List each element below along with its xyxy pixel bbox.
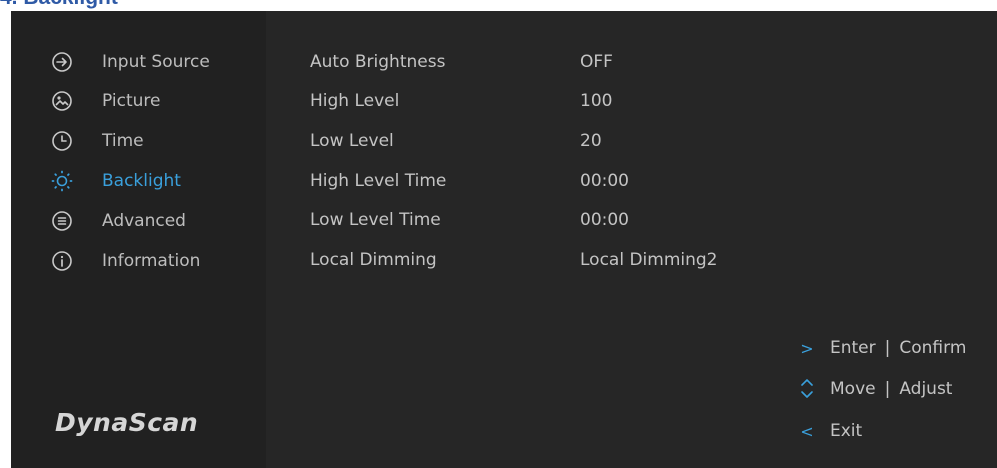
hint-enter-label: Enter [830,338,876,358]
setting-value: OFF [580,52,613,72]
setting-name: Local Dimming [310,250,437,270]
hint-enter-confirm: > Enter | Confirm [796,334,966,362]
setting-value: Local Dimming2 [580,250,718,270]
setting-row-auto-brightness[interactable]: Auto Brightness OFF [11,44,997,82]
hint-exit: < Exit [796,417,862,445]
chevron-left-icon: < [800,421,814,441]
setting-row-high-level[interactable]: High Level 100 [11,83,997,121]
setting-name: Low Level [310,131,394,151]
setting-row-local-dimming[interactable]: Local Dimming Local Dimming2 [11,242,997,280]
hint-move-adjust: Move | Adjust [796,375,952,403]
hint-separator: | [884,379,891,399]
up-down-chevrons-icon [796,378,818,400]
dynascan-logo: DynaScan [55,408,199,437]
setting-name: Auto Brightness [310,52,446,72]
setting-value: 20 [580,131,602,151]
setting-name: High Level Time [310,171,447,191]
setting-row-low-level-time[interactable]: Low Level Time 00:00 [11,202,997,240]
setting-value: 00:00 [580,210,629,230]
hint-move-label: Move [830,379,876,399]
hint-separator: | [884,338,891,358]
setting-name: High Level [310,91,400,111]
setting-value: 00:00 [580,171,629,191]
document-heading: 4. Backlight [0,0,118,10]
setting-name: Low Level Time [310,210,441,230]
osd-menu-panel: Input Source Picture Time Backlight Adva… [11,11,997,468]
setting-row-high-level-time[interactable]: High Level Time 00:00 [11,163,997,201]
hint-exit-label: Exit [830,421,863,441]
chevron-right-icon: > [800,338,814,358]
setting-value: 100 [580,91,613,111]
setting-row-low-level[interactable]: Low Level 20 [11,123,997,161]
hint-confirm-label: Confirm [899,338,967,358]
hint-adjust-label: Adjust [899,379,953,399]
